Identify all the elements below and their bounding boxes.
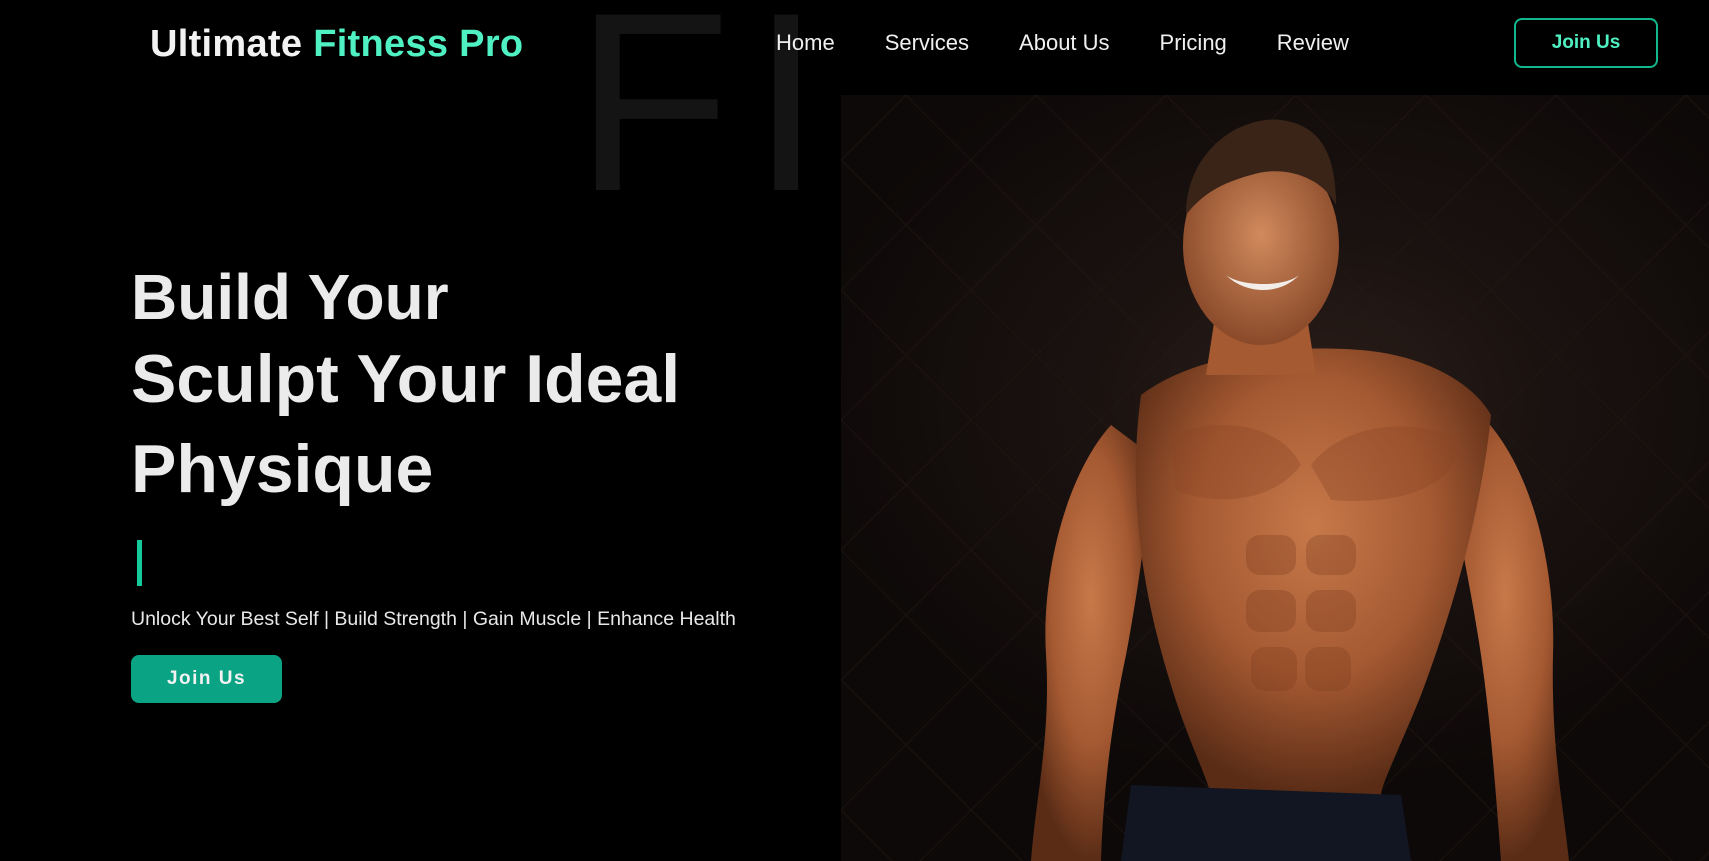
hero-section: Build Your Sculpt Your Ideal Physique Un… bbox=[131, 260, 811, 703]
nav-link-review[interactable]: Review bbox=[1277, 28, 1349, 58]
hero-join-button[interactable]: Join Us bbox=[131, 655, 282, 703]
typing-cursor bbox=[137, 540, 142, 586]
site-header: Ultimate Fitness Pro Home Services About… bbox=[0, 0, 1709, 88]
logo-accent-text: Fitness Pro bbox=[313, 23, 524, 65]
hero-heading-line-2: Sculpt Your Ideal bbox=[131, 341, 681, 417]
nav-link-about-us[interactable]: About Us bbox=[1019, 28, 1110, 58]
hero-heading-line-3: Physique bbox=[131, 431, 434, 507]
nav-link-home[interactable]: Home bbox=[776, 28, 835, 58]
hero-image bbox=[841, 95, 1709, 861]
logo-primary-text: Ultimate bbox=[150, 23, 303, 65]
hero-figure-illustration bbox=[841, 95, 1709, 861]
site-logo[interactable]: Ultimate Fitness Pro bbox=[150, 22, 523, 66]
nav-link-services[interactable]: Services bbox=[885, 28, 969, 58]
header-join-button[interactable]: Join Us bbox=[1514, 18, 1658, 68]
landing-page: FI Ultimate Fitness Pro Home Services Ab… bbox=[0, 0, 1709, 861]
nav-link-pricing[interactable]: Pricing bbox=[1160, 28, 1227, 58]
hero-tagline: Unlock Your Best Self | Build Strength |… bbox=[131, 608, 736, 630]
hero-heading-line-1: Build Your bbox=[131, 261, 449, 333]
main-nav: Home Services About Us Pricing Review bbox=[776, 28, 1349, 58]
